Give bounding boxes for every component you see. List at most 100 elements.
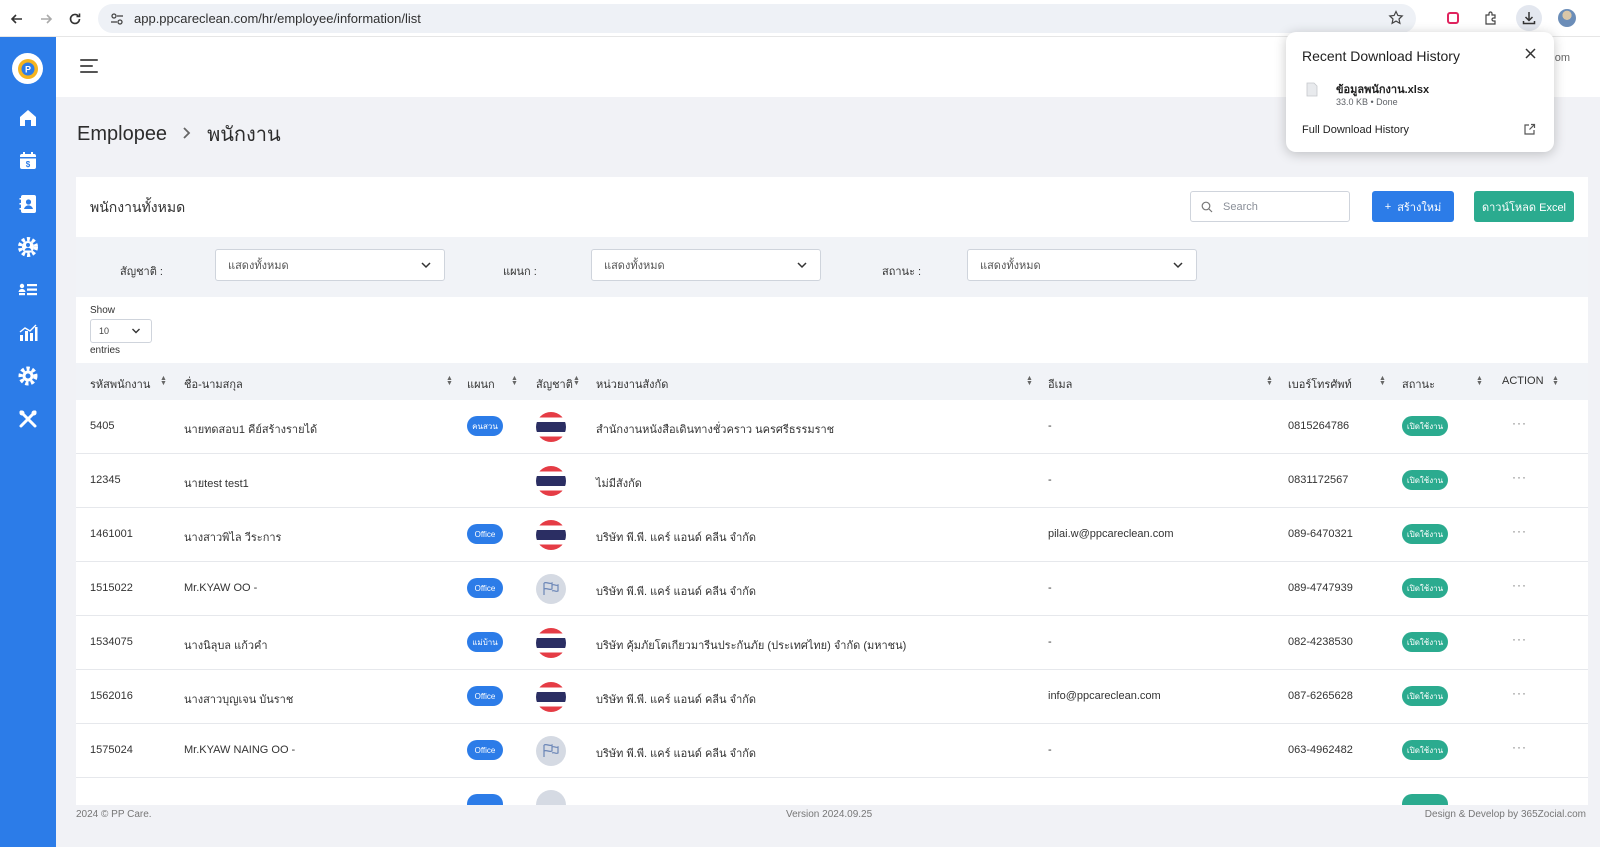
profile-avatar[interactable] bbox=[1554, 5, 1580, 31]
reload-icon bbox=[69, 13, 81, 25]
status-select[interactable]: แสดงทั้งหมด bbox=[967, 249, 1197, 281]
close-icon[interactable] bbox=[1525, 46, 1536, 63]
app-logo[interactable]: P bbox=[12, 53, 43, 84]
column-header-phone[interactable]: เบอร์โทรศัพท์ bbox=[1288, 375, 1352, 393]
status-badge: เปิดใช้งาน bbox=[1402, 578, 1448, 598]
bookmark-star-icon[interactable] bbox=[1388, 10, 1404, 26]
agency-cell: บริษัท คุ้มภัยโตเกียวมารีนประกันภัย (ประ… bbox=[596, 640, 907, 652]
table-header: รหัสพนักงาน ▲ ▼ ชื่อ-นามสกุล ▲ ▼ แผนก ▲ ▼ ส… bbox=[76, 363, 1588, 400]
column-header-email[interactable]: อีเมล bbox=[1048, 375, 1072, 393]
sort-icon[interactable]: ▲ ▼ bbox=[573, 375, 580, 387]
more-actions-icon[interactable]: ··· bbox=[1512, 740, 1527, 754]
breadcrumb-parent[interactable]: Emplopee bbox=[77, 123, 167, 146]
menu-toggle-icon[interactable] bbox=[80, 59, 98, 75]
table-row[interactable] bbox=[76, 778, 1588, 805]
browser-extensions bbox=[1440, 5, 1580, 31]
sort-icon[interactable]: ▲ ▼ bbox=[1266, 375, 1273, 387]
column-header-nationality[interactable]: สัญชาติ bbox=[536, 375, 573, 393]
forward-button[interactable] bbox=[31, 4, 61, 34]
extension-red-icon[interactable] bbox=[1440, 5, 1466, 31]
page-size-value: 10 bbox=[99, 326, 110, 336]
sort-icon[interactable]: ▲ ▼ bbox=[446, 375, 453, 387]
search-input[interactable] bbox=[1223, 200, 1343, 213]
phone-cell: 063-4962482 bbox=[1288, 744, 1353, 756]
nationality-select[interactable]: แสดงทั้งหมด bbox=[215, 249, 445, 281]
reload-button[interactable] bbox=[60, 4, 90, 34]
sort-icon[interactable]: ▲ ▼ bbox=[511, 375, 518, 387]
table-row[interactable]: 5405 นายทดสอบ1 คีย์สร้างรายได้ คนสวน สำนักง… bbox=[76, 400, 1588, 454]
user-list-icon[interactable] bbox=[15, 277, 41, 303]
sort-icon[interactable]: ▲ ▼ bbox=[1026, 375, 1033, 387]
department-select[interactable]: แสดงทั้งหมด bbox=[591, 249, 821, 281]
back-arrow-icon bbox=[10, 14, 22, 24]
download-popup-title: Recent Download History bbox=[1302, 48, 1460, 64]
department-filter-label: แผนก : bbox=[503, 266, 537, 278]
sort-icon[interactable]: ▲ ▼ bbox=[1476, 375, 1483, 387]
more-actions-icon[interactable]: ··· bbox=[1512, 416, 1527, 430]
column-header-department[interactable]: แผนก bbox=[467, 375, 495, 393]
footer-credit[interactable]: Design & Develop by 365Zocial.com bbox=[1425, 809, 1586, 820]
department-badge: คนสวน bbox=[467, 416, 503, 436]
bar-chart-icon[interactable] bbox=[15, 320, 41, 346]
calendar-payment-icon[interactable]: $ bbox=[15, 148, 41, 174]
email-cell: - bbox=[1048, 420, 1052, 432]
full-download-history-link[interactable]: Full Download History bbox=[1302, 124, 1409, 136]
more-actions-icon[interactable]: ··· bbox=[1512, 632, 1527, 646]
table-row[interactable]: 1562016 นางสาวบุญเจน บันราช Office บริษัท พ… bbox=[76, 670, 1588, 724]
sort-icon[interactable]: ▲ ▼ bbox=[1552, 375, 1559, 387]
employee-name-cell: Mr.KYAW OO - bbox=[184, 582, 258, 594]
thai-flag-icon bbox=[536, 412, 566, 442]
agency-cell: สำนักงานหนังสือเดินทางชั่วคราว นครศรีธรร… bbox=[596, 424, 835, 436]
address-bar[interactable]: app.ppcareclean.com/hr/employee/informat… bbox=[98, 4, 1416, 33]
department-select-value: แสดงทั้งหมด bbox=[604, 260, 665, 272]
status-badge: เปิดใช้งาน bbox=[1402, 470, 1448, 490]
phone-cell: 089-4747939 bbox=[1288, 582, 1353, 594]
card-title: พนักงานทั้งหมด bbox=[90, 199, 186, 215]
gear-icon[interactable] bbox=[15, 363, 41, 389]
agency-cell: บริษัท พี.พี. แคร์ แอนด์ คลีน จำกัด bbox=[596, 586, 757, 598]
more-actions-icon[interactable]: ··· bbox=[1512, 686, 1527, 700]
home-icon[interactable] bbox=[15, 105, 41, 131]
department-badge: Office bbox=[467, 524, 503, 544]
chevron-down-icon bbox=[421, 262, 431, 269]
downloaded-file-name[interactable]: ข้อมูลพนักงาน.xlsx bbox=[1336, 80, 1429, 98]
contact-book-icon[interactable] bbox=[15, 191, 41, 217]
column-header-action: ACTION bbox=[1502, 375, 1544, 387]
chevron-down-icon bbox=[132, 328, 140, 334]
table-row[interactable]: 1461001 นางสาวพิไล วีระการ Office บริษัท พี… bbox=[76, 508, 1588, 562]
column-header-employee-id[interactable]: รหัสพนักงาน bbox=[90, 375, 150, 393]
table-row[interactable]: 1515022 Mr.KYAW OO - Office บริษัท พี.พี. แ… bbox=[76, 562, 1588, 616]
department-badge: แม่บ้าน bbox=[467, 632, 503, 652]
download-icon[interactable] bbox=[1516, 5, 1542, 31]
employee-id-cell: 1575024 bbox=[90, 744, 133, 756]
open-in-new-icon[interactable] bbox=[1523, 123, 1536, 141]
column-header-agency[interactable]: หน่วยงานสังกัด bbox=[596, 375, 668, 393]
table-row[interactable]: 1575024 Mr.KYAW NAING OO - Office บริษัท พี… bbox=[76, 724, 1588, 778]
download-excel-button[interactable]: ดาวน์โหลด Excel bbox=[1474, 191, 1574, 222]
table-row[interactable]: 12345 นายtest test1 ไม่มีสังกัด - 0831172567… bbox=[76, 454, 1588, 508]
employee-name-cell: นางนิลุบล แก้วคำ bbox=[184, 640, 268, 652]
more-actions-icon[interactable]: ··· bbox=[1512, 524, 1527, 538]
puzzle-extension-icon[interactable] bbox=[1478, 5, 1504, 31]
agency-cell: บริษัท พี.พี. แคร์ แอนด์ คลีน จำกัด bbox=[596, 748, 757, 760]
footer-copyright: 2024 © PP Care. bbox=[76, 809, 152, 820]
page-size-select[interactable]: 10 bbox=[90, 319, 152, 343]
employee-name-cell: Mr.KYAW NAING OO - bbox=[184, 744, 296, 756]
column-header-name[interactable]: ชื่อ-นามสกุล bbox=[184, 375, 243, 393]
site-settings-icon[interactable] bbox=[110, 12, 124, 26]
employee-id-cell: 12345 bbox=[90, 474, 121, 486]
tools-icon[interactable] bbox=[15, 406, 41, 432]
department-badge bbox=[467, 794, 503, 805]
more-actions-icon[interactable]: ··· bbox=[1512, 470, 1527, 484]
more-actions-icon[interactable]: ··· bbox=[1512, 578, 1527, 592]
agency-cell: บริษัท พี.พี. แคร์ แอนด์ คลีน จำกัด bbox=[596, 694, 757, 706]
search-box[interactable] bbox=[1190, 191, 1350, 222]
create-button[interactable]: + สร้างใหม่ bbox=[1372, 191, 1454, 222]
table-row[interactable]: 1534075 นางนิลุบล แก้วคำ แม่บ้าน บริษัท คุ้… bbox=[76, 616, 1588, 670]
employee-settings-icon[interactable] bbox=[15, 234, 41, 260]
sort-icon[interactable]: ▲ ▼ bbox=[160, 375, 167, 387]
sort-icon[interactable]: ▲ ▼ bbox=[1379, 375, 1386, 387]
back-button[interactable] bbox=[2, 4, 32, 34]
column-header-status[interactable]: สถานะ bbox=[1402, 375, 1435, 393]
chevron-down-icon bbox=[797, 262, 807, 269]
